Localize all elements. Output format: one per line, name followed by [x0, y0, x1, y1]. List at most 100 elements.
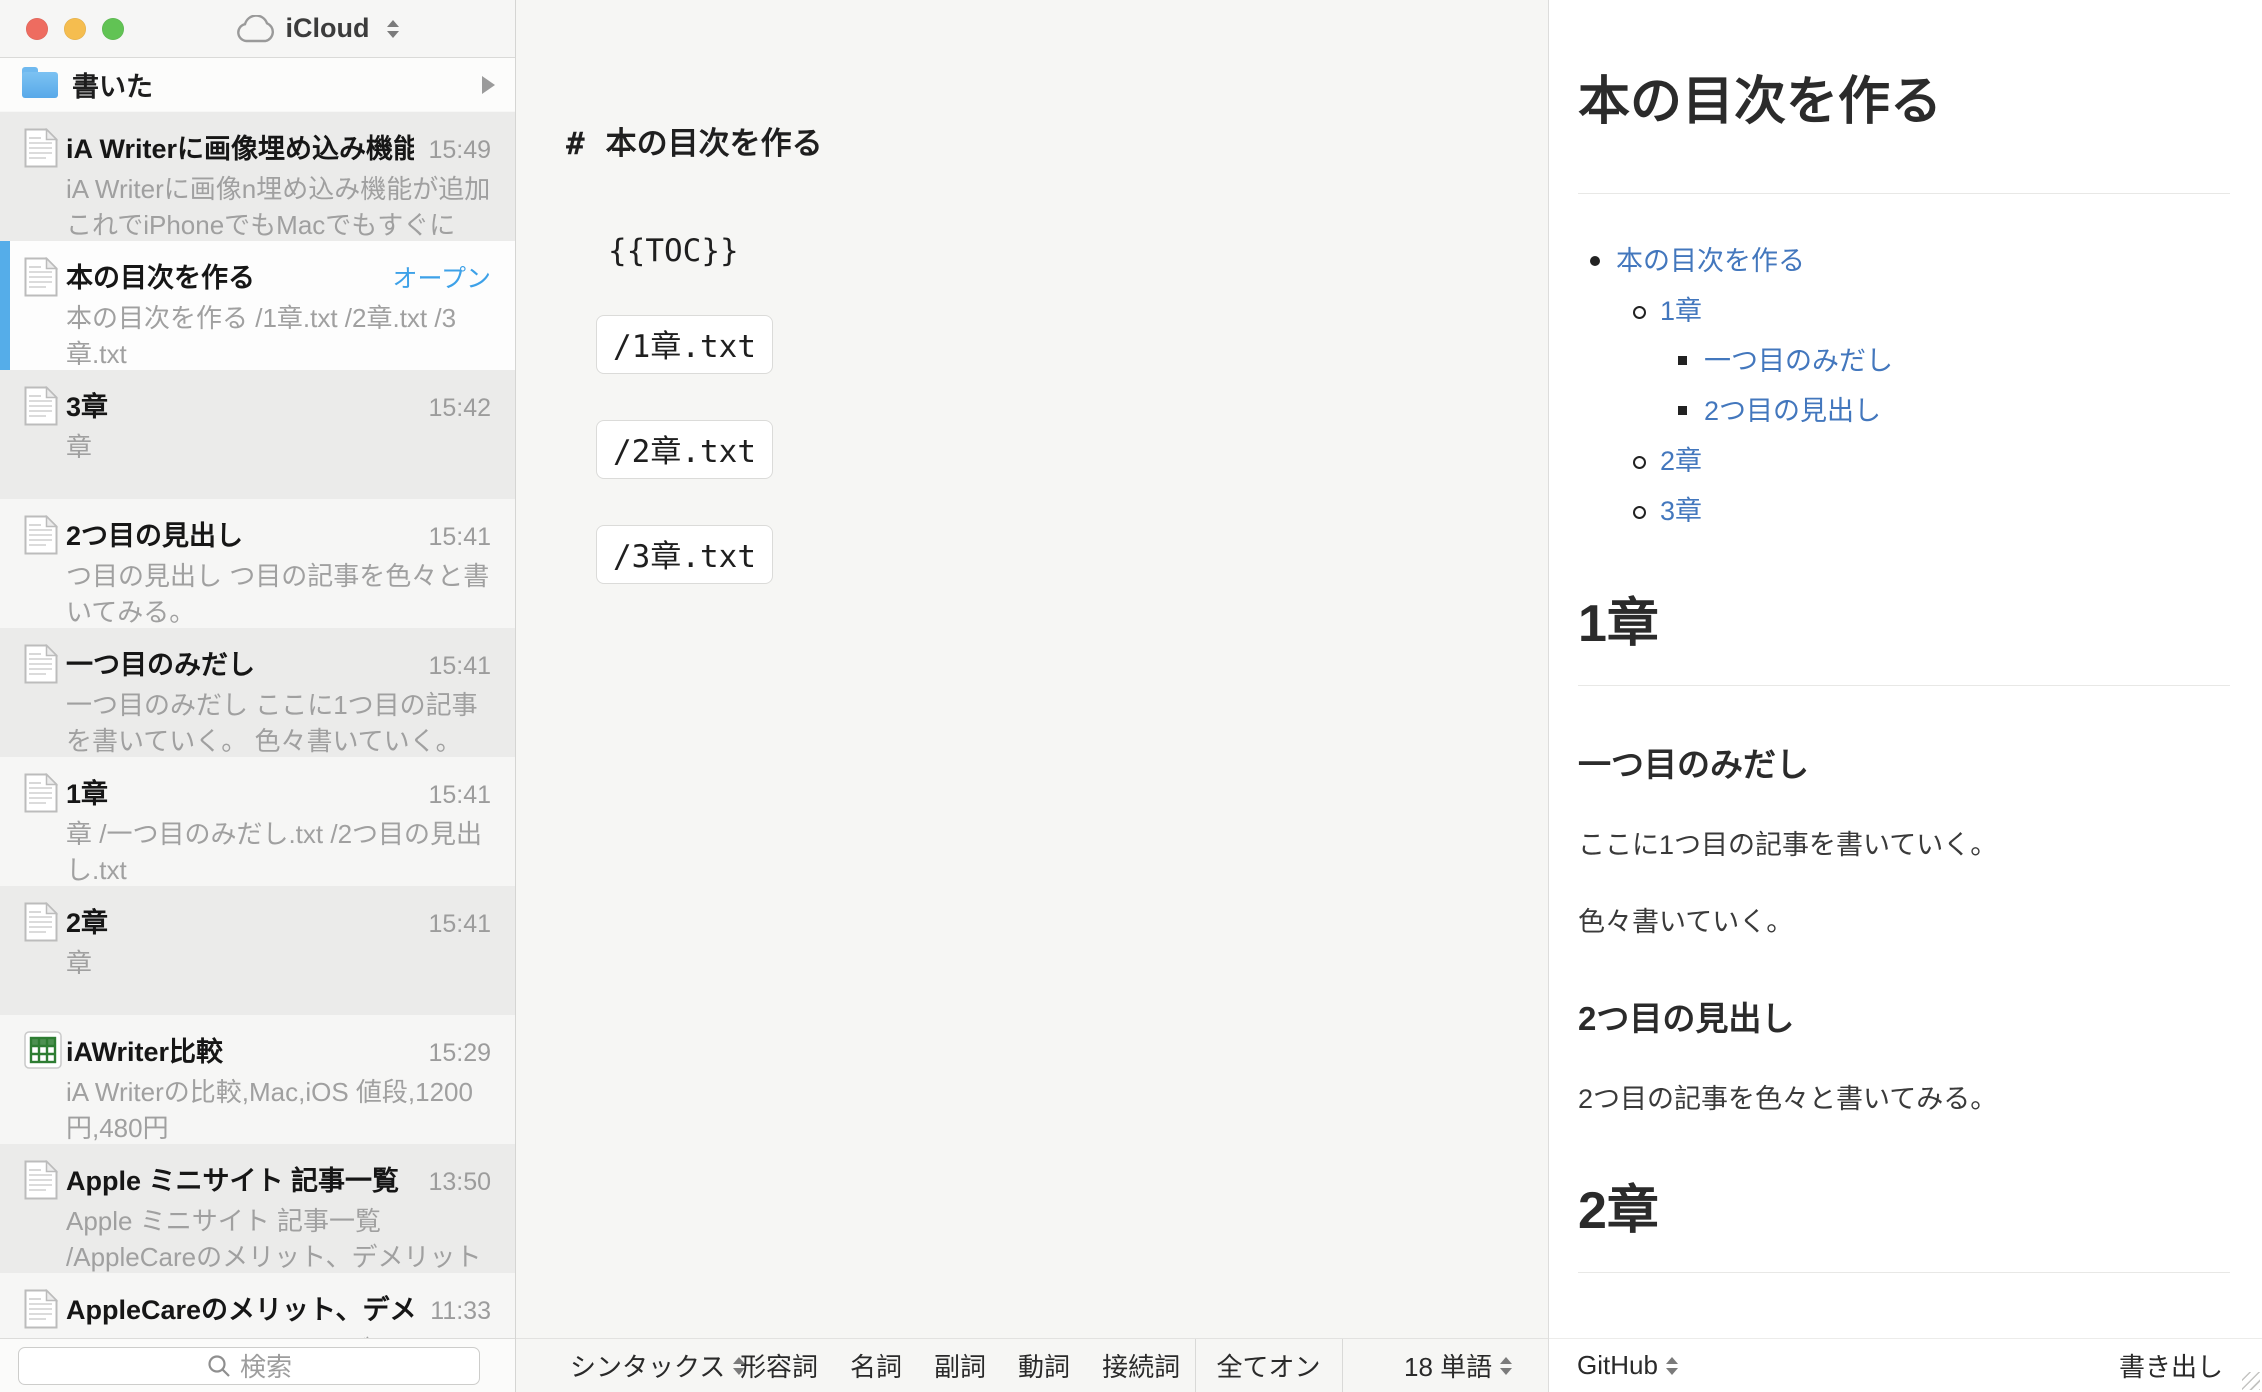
doc-time: 15:41: [428, 910, 491, 939]
search-input[interactable]: 検索: [18, 1347, 480, 1385]
library-sidebar: iCloud 書いた: [0, 0, 516, 1392]
document-icon: [24, 515, 58, 555]
document-icon: [24, 644, 58, 684]
doc-title: 一つ目のみだし: [66, 643, 414, 682]
toc-list: 本の目次を作る 1章一つ目のみだし 2つ目の見出し2章 3章: [1578, 242, 2230, 530]
folder-row[interactable]: 書いた: [0, 58, 515, 111]
all-on-button[interactable]: 全てオン: [1195, 1339, 1342, 1392]
word-type-button[interactable]: 副詞: [934, 1347, 986, 1384]
doc-title: iA Writerに画像埋め込み機能…: [66, 127, 414, 166]
document-icon: [24, 773, 58, 813]
embedded-file-block[interactable]: /2章.txt: [596, 420, 773, 479]
toc-link[interactable]: 本の目次を作る: [1616, 246, 1805, 276]
doc-title: 2章: [66, 901, 414, 940]
editor-status-bar: シンタックス 形容詞名詞副詞動詞接続詞 全てオン 18 単語: [516, 1338, 1548, 1392]
doc-title: 2つ目の見出し: [66, 514, 414, 553]
document-list-item[interactable]: AppleCareのメリット、デメリ… 11:33 AppleCareのメリット…: [0, 1273, 515, 1338]
toc-token: {{TOC}}: [608, 233, 1548, 269]
folder-icon: [22, 72, 58, 98]
table-icon: [24, 1031, 62, 1069]
search-placeholder: 検索: [240, 1347, 292, 1384]
doc-preview: iA Writerの比較,Mac,iOS 値段,1200円,480円: [66, 1074, 491, 1144]
document-list-item[interactable]: 2章 15:41 章: [0, 886, 515, 1015]
document-list-item[interactable]: 本の目次を作る オープン 本の目次を作る /1章.txt /2章.txt /3章…: [0, 241, 515, 370]
sidebar-titlebar: iCloud: [0, 0, 515, 58]
close-window-button[interactable]: [26, 18, 48, 40]
document-icon: [24, 128, 58, 168]
zoom-window-button[interactable]: [102, 18, 124, 40]
document-icon: [24, 1289, 58, 1329]
toc-entry: 2つ目の見出し: [1578, 392, 2230, 430]
doc-preview: iA Writerに画像n埋め込み機能が追加 これでiPhoneでもMacでもす…: [66, 171, 491, 241]
document-list-item[interactable]: iA Writerに画像埋め込み機能… 15:49 iA Writerに画像n埋…: [0, 112, 515, 241]
toc-link[interactable]: 1章: [1660, 296, 1702, 326]
doc-title: AppleCareのメリット、デメリ…: [66, 1288, 416, 1327]
doc-preview: 章: [66, 945, 491, 981]
document-list-item[interactable]: 1章 15:41 章 /一つ目のみだし.txt /2つ目の見出し.txt: [0, 757, 515, 886]
template-label: GitHub: [1577, 1350, 1658, 1381]
sidebar-bottom-bar: 検索: [0, 1338, 515, 1392]
toc-link[interactable]: 一つ目のみだし: [1704, 346, 1893, 376]
heading-hash-marker: #: [566, 126, 585, 162]
preview-template-dropdown[interactable]: GitHub: [1577, 1339, 1678, 1392]
export-button[interactable]: 書き出し: [2119, 1339, 2223, 1392]
ia-writer-window: iCloud 書いた: [0, 0, 2262, 1392]
horizontal-rule: [1578, 1272, 2230, 1273]
document-list: iA Writerに画像埋め込み機能… 15:49 iA Writerに画像n埋…: [0, 112, 515, 1338]
document-list-item[interactable]: 2つ目の見出し 15:41 つ目の見出し つ目の記事を色々と書いてみる。: [0, 499, 515, 628]
toc-link[interactable]: 2つ目の見出し: [1704, 396, 1881, 426]
doc-time: 15:29: [428, 1039, 491, 1068]
preview-status-bar: GitHub 書き出し: [1549, 1338, 2262, 1392]
chevron-up-down-icon: [1666, 1357, 1678, 1375]
horizontal-rule: [1578, 193, 2230, 194]
preview-heading: 1章: [1578, 592, 2230, 657]
document-list-item[interactable]: iAWriter比較 15:29 iA Writerの比較,Mac,iOS 値段…: [0, 1015, 515, 1144]
preview-paragraph: ここに1つ目の記事を書いていく。: [1578, 828, 2230, 863]
word-type-buttons: 形容詞名詞副詞動詞接続詞: [740, 1339, 1180, 1392]
word-type-button[interactable]: 動詞: [1018, 1347, 1070, 1384]
markdown-heading-line: #本の目次を作る: [566, 118, 1548, 163]
doc-time: 15:42: [428, 394, 491, 423]
library-selector[interactable]: iCloud: [236, 13, 400, 44]
doc-preview: 章: [66, 429, 491, 465]
preview-title: 本の目次を作る: [1578, 70, 2230, 135]
preview-heading: 一つ目のみだし: [1578, 738, 2230, 786]
word-type-button[interactable]: 形容詞: [740, 1347, 818, 1384]
preview-paragraph: 色々書いていく。: [1578, 905, 2230, 940]
document-list-item[interactable]: Apple ミニサイト 記事一覧 13:50 Apple ミニサイト 記事一覧 …: [0, 1144, 515, 1273]
preview-document: 本の目次を作る 本の目次を作る1章一つ目のみだし2つ目の見出し2章3章 1章一つ…: [1549, 0, 2262, 1338]
document-icon: [24, 386, 58, 426]
minimize-window-button[interactable]: [64, 18, 86, 40]
syntax-dropdown[interactable]: シンタックス: [570, 1339, 745, 1392]
doc-time: 15:41: [428, 781, 491, 810]
document-icon: [24, 1160, 58, 1200]
doc-title: Apple ミニサイト 記事一覧: [66, 1159, 414, 1198]
window-controls: [26, 18, 124, 40]
embedded-file-block[interactable]: /3章.txt: [596, 525, 773, 584]
doc-time: 13:50: [428, 1168, 491, 1197]
embedded-file-block[interactable]: /1章.txt: [596, 315, 773, 374]
editor-pane: #本の目次を作る {{TOC}} /1章.txt/2章.txt/3章.txt シ…: [516, 0, 1548, 1392]
document-list-item[interactable]: 3章 15:42 章: [0, 370, 515, 499]
word-count-dropdown[interactable]: 18 単語: [1404, 1339, 1512, 1392]
document-list-item[interactable]: 一つ目のみだし 15:41 一つ目のみだし ここに1つ目の記事を書いていく。 色…: [0, 628, 515, 757]
editor-text-area[interactable]: #本の目次を作る {{TOC}} /1章.txt/2章.txt/3章.txt: [516, 0, 1548, 1338]
toc-link[interactable]: 2章: [1660, 446, 1702, 476]
word-count-label: 18 単語: [1404, 1347, 1492, 1384]
doc-time: 11:33: [430, 1297, 491, 1326]
word-type-button[interactable]: 接続詞: [1102, 1347, 1180, 1384]
preview-pane: 本の目次を作る 本の目次を作る1章一つ目のみだし2つ目の見出し2章3章 1章一つ…: [1548, 0, 2262, 1392]
chevron-right-icon[interactable]: [482, 76, 495, 94]
window-resize-grip[interactable]: [2242, 1372, 2260, 1390]
toc-entry: 1章: [1578, 292, 2230, 330]
toc-entry: 本の目次を作る: [1578, 242, 2230, 280]
library-label: iCloud: [286, 13, 370, 44]
preview-heading: 2つ目の見出し: [1578, 992, 2230, 1040]
toc-link[interactable]: 3章: [1660, 496, 1702, 526]
word-type-button[interactable]: 名詞: [850, 1347, 902, 1384]
preview-paragraph: 2つ目の記事を色々と書いてみる。: [1578, 1082, 2230, 1117]
doc-time: 15:41: [428, 523, 491, 552]
toc-entry: 一つ目のみだし: [1578, 342, 2230, 380]
doc-preview: 一つ目のみだし ここに1つ目の記事を書いていく。 色々書いていく。: [66, 687, 491, 757]
content-block-list: /1章.txt/2章.txt/3章.txt: [566, 269, 1548, 584]
